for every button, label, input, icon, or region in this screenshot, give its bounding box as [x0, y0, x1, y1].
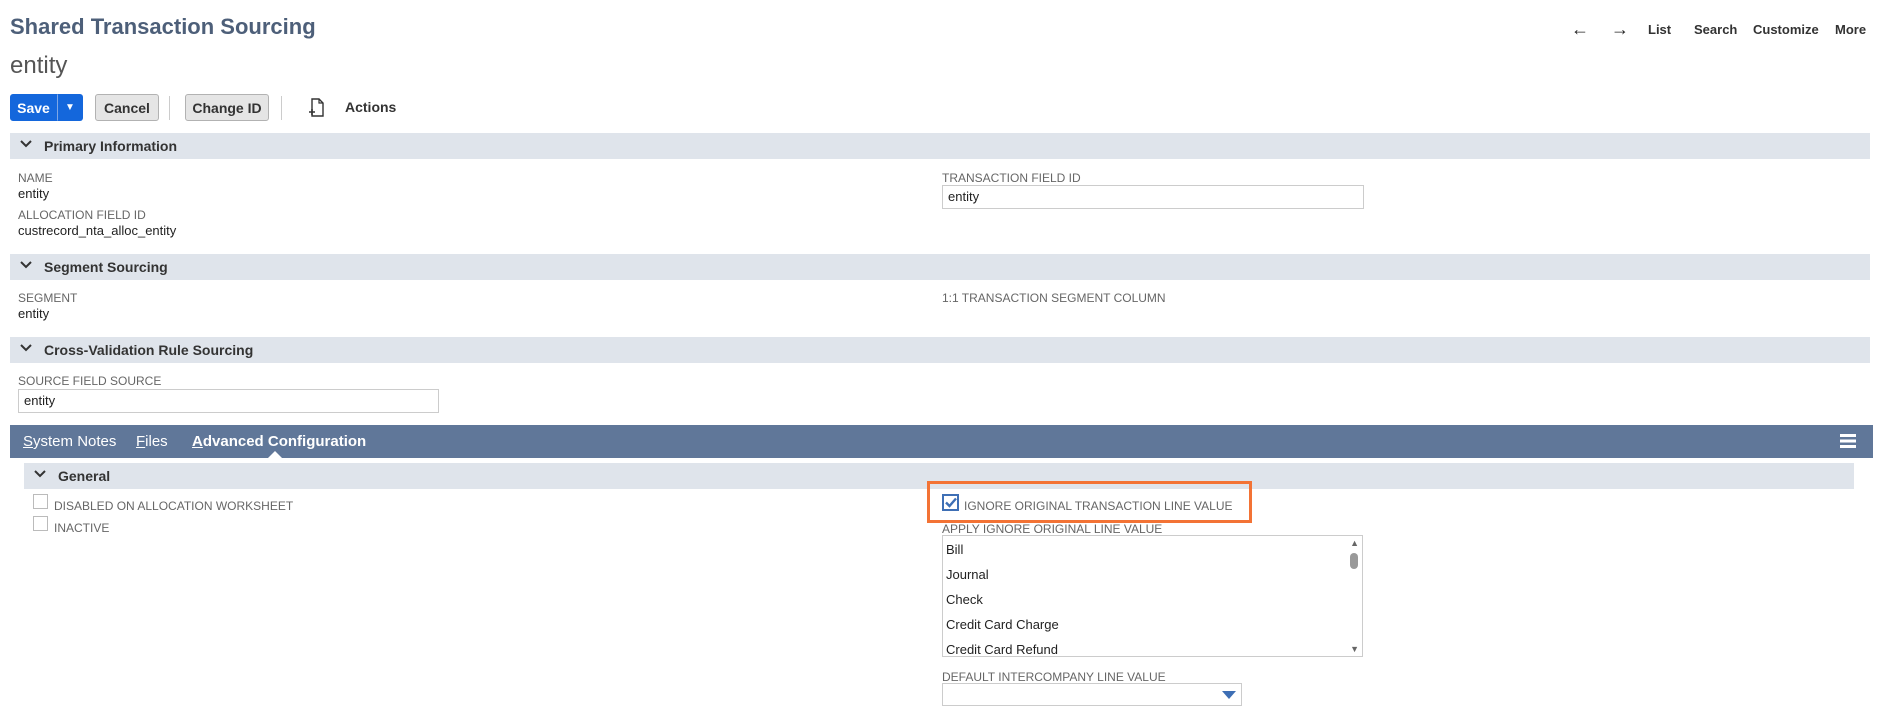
list-item[interactable]: Journal — [946, 567, 989, 582]
nav-list-link[interactable]: List — [1648, 22, 1671, 37]
active-tab-pointer — [268, 451, 282, 458]
ignore-original-checkbox[interactable] — [942, 494, 959, 511]
list-item[interactable]: Check — [946, 592, 983, 607]
nav-more-link[interactable]: More — [1835, 22, 1866, 37]
chevron-down-icon — [20, 342, 32, 356]
tab-system-notes[interactable]: System Notes — [23, 433, 116, 450]
nav-search-link[interactable]: Search — [1694, 22, 1737, 37]
section-primary-information[interactable]: Primary Information — [10, 133, 1870, 159]
dropdown-arrow-icon — [1222, 691, 1236, 699]
apply-ignore-label: APPLY IGNORE ORIGINAL LINE VALUE — [942, 522, 1163, 536]
chevron-down-icon — [34, 468, 46, 482]
save-dropdown-button[interactable]: ▼ — [57, 94, 83, 121]
tab-accesskey: S — [23, 433, 34, 450]
tab-accesskey: A — [192, 433, 203, 450]
segment-value: entity — [18, 306, 50, 321]
section-title: Segment Sourcing — [44, 259, 168, 275]
save-button[interactable]: Save — [10, 94, 57, 121]
checkmark-icon — [944, 497, 957, 508]
tab-label: ystem Notes — [33, 433, 117, 450]
default-intercompany-label: DEFAULT INTERCOMPANY LINE VALUE — [942, 670, 1166, 684]
name-value: entity — [18, 186, 50, 201]
allocation-field-label: ALLOCATION FIELD ID — [18, 208, 146, 222]
segment-label: SEGMENT — [18, 291, 78, 305]
nav-customize-link[interactable]: Customize — [1753, 22, 1819, 37]
page-title: Shared Transaction Sourcing — [10, 14, 316, 39]
change-id-button[interactable]: Change ID — [185, 94, 269, 121]
tab-advanced-configuration[interactable]: Advanced Configuration — [192, 433, 366, 450]
toolbar-divider — [169, 96, 170, 120]
default-intercompany-select[interactable] — [942, 683, 1242, 706]
tab-accesskey: F — [136, 433, 146, 450]
section-segment-sourcing[interactable]: Segment Sourcing — [10, 254, 1870, 280]
transaction-field-input[interactable]: entity — [942, 185, 1364, 209]
transaction-field-label: TRANSACTION FIELD ID — [942, 171, 1081, 185]
list-item[interactable]: Credit Card Charge — [946, 617, 1059, 632]
inactive-label: INACTIVE — [54, 521, 110, 535]
actions-menu[interactable]: Actions — [345, 99, 396, 115]
forward-arrow-icon[interactable]: → — [1611, 19, 1629, 40]
inactive-checkbox[interactable] — [33, 516, 48, 531]
section-title: Primary Information — [44, 138, 178, 154]
scroll-up-icon[interactable]: ▲ — [1350, 538, 1359, 548]
toolbar-divider — [281, 96, 282, 120]
disabled-on-allocation-checkbox[interactable] — [33, 494, 48, 509]
name-label: NAME — [18, 171, 53, 185]
source-field-label: SOURCE FIELD SOURCE — [18, 374, 162, 388]
section-title: General — [58, 468, 111, 484]
tab-files[interactable]: Files — [136, 433, 168, 450]
source-field-input[interactable]: entity — [18, 389, 439, 413]
actions-icon[interactable] — [307, 97, 327, 119]
segment-column-label: 1:1 TRANSACTION SEGMENT COLUMN — [942, 291, 1166, 305]
ignore-original-label: IGNORE ORIGINAL TRANSACTION LINE VALUE — [964, 499, 1233, 513]
apply-ignore-listbox[interactable]: Bill Journal Check Credit Card Charge Cr… — [942, 535, 1363, 657]
allocation-field-value: custrecord_nta_alloc_entity — [18, 223, 177, 238]
list-item[interactable]: Credit Card Refund — [946, 642, 1058, 656]
scroll-down-icon[interactable]: ▼ — [1350, 644, 1359, 654]
caret-down-icon: ▼ — [65, 102, 75, 113]
disabled-on-allocation-label: DISABLED ON ALLOCATION WORKSHEET — [54, 499, 294, 513]
tab-label: dvanced Configuration — [202, 433, 367, 450]
chevron-down-icon — [20, 259, 32, 273]
chevron-down-icon — [20, 138, 32, 152]
back-arrow-icon[interactable]: ← — [1571, 19, 1589, 40]
record-name: entity — [10, 52, 68, 79]
hamburger-menu-icon[interactable] — [1840, 433, 1856, 449]
section-cross-validation[interactable]: Cross-Validation Rule Sourcing — [10, 337, 1870, 363]
tab-label: iles — [145, 433, 168, 450]
scrollbar-thumb[interactable] — [1350, 553, 1358, 569]
section-title: Cross-Validation Rule Sourcing — [44, 342, 254, 358]
cancel-button[interactable]: Cancel — [95, 94, 159, 121]
list-item[interactable]: Bill — [946, 542, 963, 557]
